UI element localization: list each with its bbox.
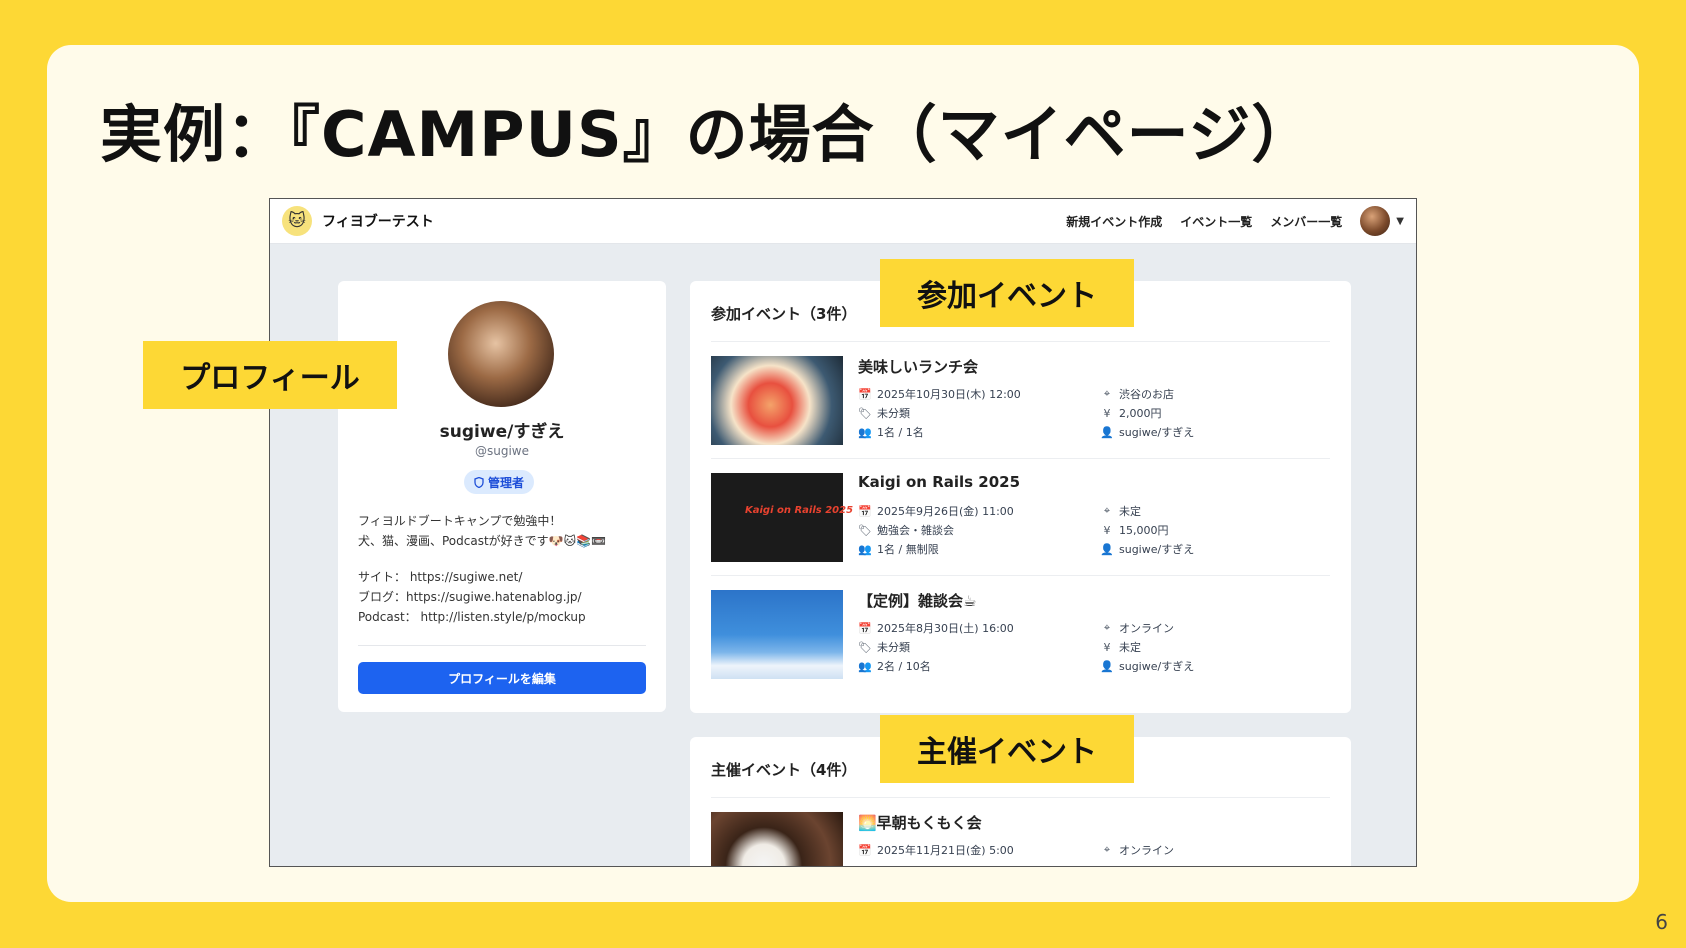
profile-callout: プロフィール bbox=[143, 341, 397, 409]
location-pin-icon: ⌖ bbox=[1103, 621, 1111, 634]
nav-event-list[interactable]: イベント一覧 bbox=[1180, 213, 1252, 230]
event-title[interactable]: 🌅早朝もくもく会 bbox=[858, 812, 982, 833]
person-icon: 👤 bbox=[1100, 542, 1114, 556]
tag-icon: 🏷 bbox=[858, 640, 872, 654]
app-name[interactable]: フィヨブーテスト bbox=[322, 211, 434, 231]
role-badge-label: 管理者 bbox=[488, 475, 525, 490]
event-category: 🏷 未分類 bbox=[858, 406, 910, 421]
user-avatar[interactable] bbox=[1360, 206, 1391, 236]
profile-blog-link[interactable]: ブログ：https://sugiwe.hatenablog.jp/ bbox=[358, 587, 646, 607]
tag-icon: 🏷 bbox=[858, 406, 872, 420]
thumbnail-text: Kaigi on Rails 2025 bbox=[745, 505, 854, 516]
hosted-events-heading: 主催イベント（4件） bbox=[711, 761, 857, 779]
event-capacity: 👥 1名 / 無制限 bbox=[858, 542, 939, 557]
app-navbar: 🐱 フィヨブーテスト 新規イベント作成 イベント一覧 メンバー一覧 ▼ bbox=[270, 199, 1416, 244]
edit-profile-button[interactable]: プロフィールを編集 bbox=[358, 662, 646, 694]
chevron-down-icon[interactable]: ▼ bbox=[1396, 216, 1404, 227]
calendar-icon: 📅 bbox=[858, 504, 872, 518]
app-logo-icon[interactable]: 🐱 bbox=[282, 206, 312, 236]
event-capacity: 👥 1名 / 1名 bbox=[858, 425, 924, 440]
bio-line: 犬、猫、漫画、Podcastが好きです🐶🐱📚📼 bbox=[358, 534, 607, 548]
location-pin-icon: ⌖ bbox=[1103, 843, 1111, 856]
profile-site-link[interactable]: サイト： https://sugiwe.net/ bbox=[358, 567, 646, 587]
tag-icon: 🏷 bbox=[858, 523, 872, 537]
event-datetime: 📅 2025年11月21日(金) 5:00 bbox=[858, 843, 1014, 858]
participating-events-callout: 参加イベント bbox=[880, 259, 1134, 327]
event-item[interactable]: 🌅早朝もくもく会 📅 2025年11月21日(金) 5:00 ⌖ オンライン bbox=[711, 798, 1330, 866]
event-thumbnail[interactable] bbox=[711, 812, 843, 866]
event-datetime: 📅 2025年9月26日(金) 11:00 bbox=[858, 504, 1014, 519]
hosted-events-callout: 主催イベント bbox=[880, 715, 1134, 783]
event-category: 🏷 勉強会・雑談会 bbox=[858, 523, 954, 538]
calendar-icon: 📅 bbox=[858, 621, 872, 635]
bio-line: フィヨルドブートキャンプで勉強中！ bbox=[358, 514, 562, 528]
participating-events-heading: 参加イベント（3件） bbox=[711, 305, 857, 323]
event-item[interactable]: Kaigi on Rails 2025 Kaigi on Rails 2025 … bbox=[711, 459, 1330, 576]
profile-avatar bbox=[448, 301, 554, 407]
nav-links: 新規イベント作成 イベント一覧 メンバー一覧 ▼ bbox=[1066, 206, 1404, 236]
event-place: ⌖ オンライン bbox=[1100, 620, 1174, 636]
event-capacity: 👥 2名 / 10名 bbox=[858, 659, 931, 674]
event-category: 🏷 未分類 bbox=[858, 640, 910, 655]
divider bbox=[358, 645, 646, 646]
calendar-icon: 📅 bbox=[858, 387, 872, 401]
person-icon: 👤 bbox=[1100, 659, 1114, 673]
money-bag-icon: ¥ bbox=[1103, 640, 1111, 654]
event-thumbnail[interactable]: Kaigi on Rails 2025 bbox=[711, 473, 853, 562]
location-pin-icon: ⌖ bbox=[1103, 387, 1111, 400]
event-title[interactable]: 【定例】雑談会☕ bbox=[858, 590, 976, 611]
event-datetime: 📅 2025年8月30日(土) 16:00 bbox=[858, 621, 1014, 636]
calendar-icon: 📅 bbox=[858, 843, 872, 857]
location-pin-icon: ⌖ bbox=[1103, 504, 1111, 517]
money-bag-icon: ¥ bbox=[1103, 523, 1111, 537]
nav-member-list[interactable]: メンバー一覧 bbox=[1270, 213, 1342, 230]
event-title[interactable]: Kaigi on Rails 2025 bbox=[858, 473, 1020, 491]
event-thumbnail[interactable] bbox=[711, 590, 843, 679]
money-bag-icon: ¥ bbox=[1103, 406, 1111, 420]
profile-bio: フィヨルドブートキャンプで勉強中！ 犬、猫、漫画、Podcastが好きです🐶🐱📚… bbox=[358, 511, 646, 627]
app-screenshot: 🐱 フィヨブーテスト 新規イベント作成 イベント一覧 メンバー一覧 ▼ sugi… bbox=[269, 198, 1417, 867]
page-number: 6 bbox=[1655, 910, 1668, 934]
shield-icon bbox=[474, 476, 484, 488]
person-icon: 👤 bbox=[1100, 425, 1114, 439]
event-item[interactable]: 【定例】雑談会☕ 📅 2025年8月30日(土) 16:00 🏷 未分類 👥 2名 /… bbox=[711, 576, 1330, 693]
people-icon: 👥 bbox=[858, 425, 872, 439]
participating-events-card: 参加イベント（3件） 美味しいランチ会 📅 2025年10月30日(木) 12:0… bbox=[690, 281, 1351, 713]
event-organizer: 👤 sugiwe/すぎえ bbox=[1100, 425, 1195, 440]
people-icon: 👥 bbox=[858, 542, 872, 556]
nav-create-event[interactable]: 新規イベント作成 bbox=[1066, 213, 1162, 230]
event-datetime: 📅 2025年10月30日(木) 12:00 bbox=[858, 387, 1021, 402]
event-place: ⌖ 渋谷のお店 bbox=[1100, 386, 1174, 402]
event-organizer: 👤 sugiwe/すぎえ bbox=[1100, 659, 1195, 674]
people-icon: 👥 bbox=[858, 659, 872, 673]
profile-name: sugiwe/すぎえ bbox=[439, 422, 565, 442]
slide-title: 実例：『CAMPUS』の場合（マイページ） bbox=[100, 98, 1315, 171]
event-organizer: 👤 sugiwe/すぎえ bbox=[1100, 542, 1195, 557]
event-place: ⌖ オンライン bbox=[1100, 842, 1174, 858]
event-thumbnail[interactable] bbox=[711, 356, 843, 445]
profile-handle: @sugiwe bbox=[474, 444, 529, 458]
profile-podcast-link[interactable]: Podcast： http://listen.style/p/mockup bbox=[358, 607, 646, 627]
event-fee: ¥2,000円 bbox=[1100, 405, 1162, 421]
event-title[interactable]: 美味しいランチ会 bbox=[858, 356, 978, 377]
event-fee: ¥ 未定 bbox=[1100, 639, 1142, 655]
event-item[interactable]: 美味しいランチ会 📅 2025年10月30日(木) 12:00 🏷 未分類 👥 1名 … bbox=[711, 342, 1330, 459]
event-place: ⌖ 未定 bbox=[1100, 503, 1141, 519]
event-fee: ¥15,000円 bbox=[1100, 522, 1169, 538]
role-badge: 管理者 bbox=[464, 470, 535, 494]
